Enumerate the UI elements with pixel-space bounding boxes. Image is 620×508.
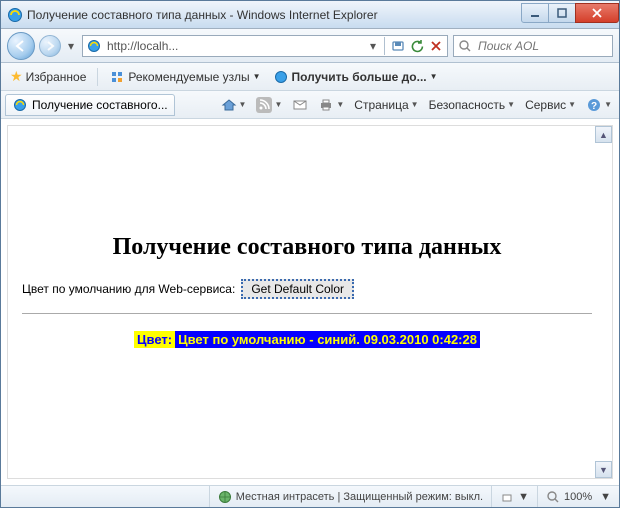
zone-segment[interactable]: Местная интрасеть | Защищенный режим: вы… (210, 486, 492, 507)
tab-title: Получение составного... (32, 98, 168, 112)
get-more-label: Получить больше до... (292, 70, 427, 84)
result-value: Цвет по умолчанию - синий. 09.03.2010 0:… (175, 331, 480, 348)
chevron-down-icon: ▼ (430, 72, 438, 81)
get-default-color-button[interactable]: Get Default Color (241, 279, 354, 299)
url-dropdown[interactable]: ▾ (367, 39, 379, 53)
safety-menu[interactable]: Безопасность ▼ (426, 96, 518, 114)
result-line: Цвет:Цвет по умолчанию - синий. 09.03.20… (22, 332, 592, 349)
page-heading: Получение составного типа данных (22, 234, 592, 261)
minimize-button[interactable] (521, 3, 549, 23)
chevron-down-icon: ▼ (600, 491, 611, 503)
search-input[interactable] (476, 38, 620, 54)
close-button[interactable] (575, 3, 619, 23)
home-button[interactable]: ▼ (218, 95, 250, 115)
default-color-label: Цвет по умолчанию для Web-сервиса: (22, 282, 235, 296)
suggested-sites[interactable]: Рекомендуемые узлы ▼ (106, 67, 263, 87)
result-label: Цвет: (134, 331, 175, 348)
feeds-button[interactable]: ▼ (253, 95, 285, 115)
title-bar-left: Получение составного типа данных - Windo… (7, 7, 378, 23)
scroll-down-button[interactable]: ▼ (595, 461, 612, 478)
service-label: Сервис (525, 98, 566, 112)
zoom-icon (546, 490, 560, 504)
stop-icon[interactable] (428, 38, 444, 54)
print-button[interactable]: ▼ (315, 95, 347, 115)
help-button[interactable]: ? ▼ (583, 95, 615, 115)
safety-label: Безопасность (429, 98, 506, 112)
command-bar: ▼ ▼ ▼ Страница ▼ Безопасность ▼ Сервис ▼… (179, 95, 615, 115)
page-body: Получение составного типа данных Цвет по… (8, 126, 612, 367)
status-bar: Местная интрасеть | Защищенный режим: вы… (1, 485, 619, 507)
favorites-button[interactable]: ★ Избранное (7, 66, 89, 87)
status-empty (1, 486, 210, 507)
compat-view-icon[interactable] (390, 38, 406, 54)
search-bar[interactable] (453, 35, 613, 57)
get-more-addons[interactable]: Получить больше до... ▼ (270, 67, 441, 87)
chevron-down-icon: ▼ (568, 100, 576, 109)
suggested-icon (109, 69, 125, 85)
page-label: Страница (354, 98, 408, 112)
ie-tab-icon (12, 97, 28, 113)
search-icon (458, 38, 472, 54)
page-menu[interactable]: Страница ▼ (351, 96, 421, 114)
window-controls (522, 3, 619, 23)
chevron-down-icon: ▼ (604, 100, 612, 109)
forward-button[interactable] (39, 35, 61, 57)
scroll-up-button[interactable]: ▲ (595, 126, 612, 143)
chevron-down-icon: ▼ (274, 100, 282, 109)
chevron-down-icon: ▼ (518, 491, 529, 503)
favorites-bar: ★ Избранное Рекомендуемые узлы ▼ Получит… (1, 63, 619, 91)
print-icon (318, 97, 334, 113)
chevron-down-icon: ▼ (507, 100, 515, 109)
chevron-down-icon: ▼ (336, 100, 344, 109)
star-icon: ★ (10, 68, 23, 85)
url-input[interactable] (105, 38, 364, 54)
chevron-down-icon: ▼ (253, 72, 261, 81)
zoom-segment[interactable]: 100% ▼ (538, 486, 619, 507)
nav-toolbar: ▾ ▾ (1, 29, 619, 63)
home-icon (221, 97, 237, 113)
form-row: Цвет по умолчанию для Web-сервиса: Get D… (22, 279, 592, 299)
favorites-label: Избранное (26, 70, 87, 84)
chevron-down-icon: ▼ (239, 100, 247, 109)
ie-small-icon (273, 69, 289, 85)
tab-active[interactable]: Получение составного... (5, 94, 175, 116)
ie-icon (7, 7, 23, 23)
separator (384, 37, 385, 55)
content-shell: ▲ ▼ Получение составного типа данных Цве… (1, 119, 619, 485)
history-dropdown[interactable]: ▾ (65, 39, 77, 53)
maximize-button[interactable] (548, 3, 576, 23)
window-title: Получение составного типа данных - Windo… (27, 8, 378, 22)
suggested-label: Рекомендуемые узлы (128, 70, 249, 84)
viewport: ▲ ▼ Получение составного типа данных Цве… (7, 125, 613, 479)
refresh-icon[interactable] (409, 38, 425, 54)
zoom-value: 100% (564, 491, 592, 503)
back-button[interactable] (7, 32, 35, 60)
separator (97, 68, 98, 86)
mixed-icon (500, 490, 514, 504)
rss-icon (256, 97, 272, 113)
divider (22, 313, 592, 314)
page-icon (86, 38, 102, 54)
help-icon: ? (586, 97, 602, 113)
globe-icon (218, 490, 232, 504)
zone-text: Местная интрасеть | Защищенный режим: вы… (236, 491, 483, 503)
mode-segment[interactable]: ▼ (492, 486, 538, 507)
chevron-down-icon: ▼ (411, 100, 419, 109)
tools-menu[interactable]: Сервис ▼ (522, 96, 579, 114)
tab-command-bar: Получение составного... ▼ ▼ ▼ Страница ▼… (1, 91, 619, 119)
title-bar: Получение составного типа данных - Windo… (1, 1, 619, 29)
address-bar[interactable]: ▾ (82, 35, 448, 57)
mail-button[interactable] (289, 95, 311, 115)
svg-text:?: ? (591, 101, 597, 112)
mail-icon (292, 97, 308, 113)
